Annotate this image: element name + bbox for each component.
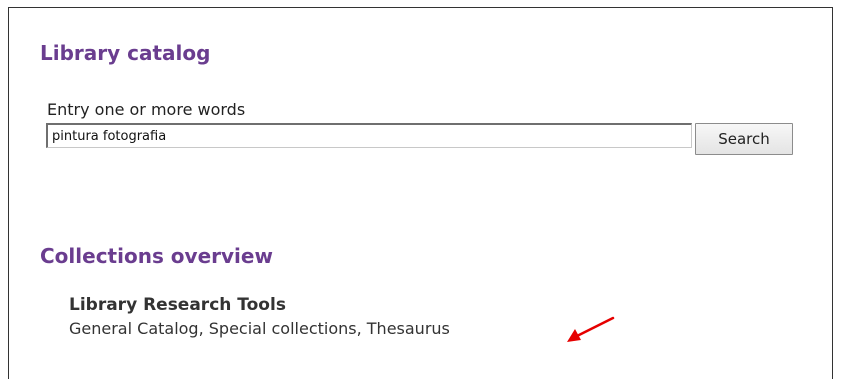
collection-title: Library Research Tools	[69, 295, 286, 315]
link-thesaurus[interactable]: Thesaurus	[367, 319, 450, 338]
arrow-shaft	[575, 316, 615, 338]
link-separator: ,	[356, 319, 367, 338]
collection-links: General Catalog, Special collections, Th…	[69, 319, 450, 338]
catalog-panel: Library catalog Entry one or more words …	[8, 7, 833, 379]
catalog-heading: Library catalog	[40, 41, 211, 65]
collections-heading: Collections overview	[40, 244, 273, 268]
search-field-label: Entry one or more words	[47, 100, 246, 119]
link-general-catalog[interactable]: General Catalog	[69, 319, 199, 338]
red-arrow-icon	[567, 316, 615, 342]
search-button[interactable]: Search	[695, 123, 793, 155]
link-special-collections[interactable]: Special collections	[209, 319, 357, 338]
link-separator: ,	[198, 319, 209, 338]
search-input[interactable]	[46, 123, 692, 148]
